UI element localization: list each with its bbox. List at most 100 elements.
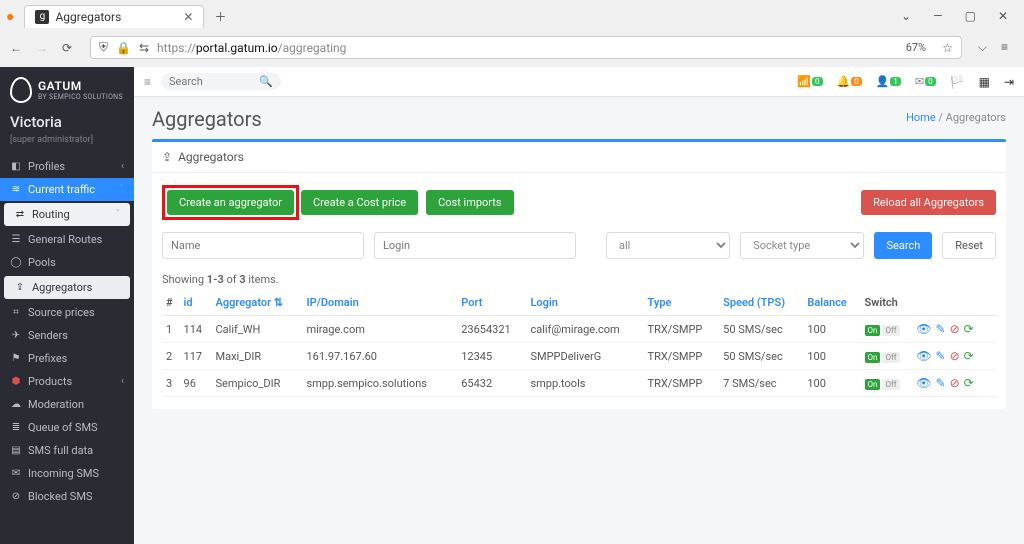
top-stat-4[interactable]: ✉0 xyxy=(915,75,936,88)
profiles-icon: ◧ xyxy=(10,161,22,172)
edit-icon[interactable]: ✎ xyxy=(936,322,946,336)
gatum-logo-icon xyxy=(10,77,32,103)
delete-icon[interactable]: ⊘ xyxy=(950,376,960,390)
zoom-level[interactable]: 67% xyxy=(906,41,926,54)
sidebar-item-sms-full-data[interactable]: ▤SMS full data xyxy=(0,439,134,462)
chevron-icon: ˇ xyxy=(120,184,124,195)
topbar: ≡ 🔍 📶0 🔔0 👤1 ✉0 🏳️ ▦ ⇥ xyxy=(134,67,1024,97)
chevron-down-icon[interactable]: ⌄ xyxy=(901,9,911,23)
flag-icon[interactable]: 🏳️ xyxy=(950,75,965,89)
panel-title: Aggregators xyxy=(178,150,244,164)
sidebar: GATUM BY SEMPICO SOLUTIONS Victoria [sup… xyxy=(0,67,134,544)
search-box[interactable]: 🔍 xyxy=(161,73,281,90)
maximize-icon[interactable]: ▢ xyxy=(965,9,976,23)
breadcrumb-home[interactable]: Home xyxy=(906,111,936,124)
col-speed-tps-[interactable]: Speed (TPS) xyxy=(719,290,803,316)
refresh-icon[interactable]: ⟳ xyxy=(964,349,974,363)
reload-icon[interactable]: ⟳ xyxy=(62,41,72,55)
sidebar-item-profiles[interactable]: ◧Profiles‹ xyxy=(0,155,134,178)
view-icon[interactable]: 👁 xyxy=(916,322,931,336)
col-type[interactable]: Type xyxy=(644,290,720,316)
sidebar-item-aggregators[interactable]: ⇪ Aggregators xyxy=(4,276,130,299)
firefox-icon: ● xyxy=(6,8,14,25)
sidebar-item-general-routes[interactable]: ☰General Routes xyxy=(0,228,134,251)
switch-toggle[interactable]: OnOff xyxy=(865,352,900,363)
close-window-icon[interactable]: ✕ xyxy=(998,9,1008,23)
sidebar-item-label: Pools xyxy=(28,256,56,269)
reload-all-button[interactable]: Reload all Aggregators xyxy=(861,190,996,215)
col--: # xyxy=(162,290,180,316)
sidebar-item-prefixes[interactable]: ⚑Prefixes xyxy=(0,347,134,370)
edit-icon[interactable]: ✎ xyxy=(936,376,946,390)
close-tab-icon[interactable]: ✕ xyxy=(183,10,193,24)
tab-title: Aggregators xyxy=(55,10,121,24)
table-row: 1114Calif_WHmirage.com23654321calif@mira… xyxy=(162,316,996,343)
switch-toggle[interactable]: OnOff xyxy=(865,325,900,336)
search-input[interactable] xyxy=(169,75,249,88)
sidebar-item-label: Senders xyxy=(28,329,68,342)
bookmark-icon[interactable]: ☆ xyxy=(942,41,953,55)
minimize-icon[interactable]: — xyxy=(933,9,942,23)
sidebar-item-moderation[interactable]: ☁Moderation xyxy=(0,393,134,416)
view-icon[interactable]: 👁 xyxy=(916,349,931,363)
sidebar-item-incoming-sms[interactable]: ✉Incoming SMS xyxy=(0,462,134,485)
switch-toggle[interactable]: OnOff xyxy=(865,379,900,390)
edit-icon[interactable]: ✎ xyxy=(936,349,946,363)
results-summary: Showing 1-3 of 3 items. xyxy=(162,273,996,286)
refresh-icon[interactable]: ⟳ xyxy=(964,322,974,336)
sidebar-item-blocked-sms[interactable]: ⊘Blocked SMS xyxy=(0,485,134,508)
queue-of-sms-icon: ≣ xyxy=(10,422,22,433)
view-icon[interactable]: 👁 xyxy=(916,376,931,390)
chevron-icon: ˇ xyxy=(116,209,120,220)
col-id[interactable]: id xyxy=(180,290,212,316)
sidebar-item-routing[interactable]: ⇄Routingˇ xyxy=(4,203,130,226)
chevron-icon: ‹ xyxy=(121,376,124,387)
pocket-icon[interactable]: ⌵ xyxy=(978,40,987,55)
menu-icon[interactable]: ≡ xyxy=(1001,40,1008,55)
filter-socket-select[interactable]: Socket type xyxy=(740,232,864,259)
source-prices-icon: ⌗ xyxy=(10,307,22,318)
address-bar[interactable]: ⛨ 🔒 ⇆ https://portal.gatum.io/aggregatin… xyxy=(90,36,962,59)
grid-icon[interactable]: ▦ xyxy=(979,75,990,89)
search-button[interactable]: Search xyxy=(874,232,932,259)
sidebar-item-label: Aggregators xyxy=(32,281,92,294)
sidebar-item-senders[interactable]: ✈Senders xyxy=(0,324,134,347)
col-balance[interactable]: Balance xyxy=(803,290,860,316)
create-cost-price-button[interactable]: Create a Cost price xyxy=(301,190,418,215)
col-port[interactable]: Port xyxy=(457,290,526,316)
sidebar-item-current-traffic[interactable]: ≋Current trafficˇ xyxy=(0,178,134,201)
sidebar-item-label: Routing xyxy=(32,208,70,221)
col-ip-domain[interactable]: IP/Domain xyxy=(302,290,457,316)
col-login[interactable]: Login xyxy=(526,290,643,316)
sidebar-item-queue-of-sms[interactable]: ≣Queue of SMS xyxy=(0,416,134,439)
browser-tab[interactable]: g Aggregators ✕ xyxy=(24,5,204,28)
filter-login-input[interactable] xyxy=(374,232,576,259)
reset-button[interactable]: Reset xyxy=(942,232,996,259)
sidebar-item-label: General Routes xyxy=(28,233,102,246)
aggregators-icon: ⇪ xyxy=(14,282,26,293)
sidebar-item-source-prices[interactable]: ⌗ Source prices xyxy=(0,301,134,324)
delete-icon[interactable]: ⊘ xyxy=(950,349,960,363)
pools-icon: ◯ xyxy=(10,257,22,268)
sidebar-item-pools[interactable]: ◯ Pools xyxy=(0,251,134,274)
filter-all-select[interactable]: all xyxy=(606,232,730,259)
new-tab-button[interactable]: ＋ xyxy=(208,8,232,25)
sidebar-item-products[interactable]: ⬢Products‹ xyxy=(0,370,134,393)
create-aggregator-button[interactable]: Create an aggregator xyxy=(167,190,294,215)
top-stat-3[interactable]: 👤1 xyxy=(876,75,901,88)
sidebar-item-label: Source prices xyxy=(28,306,95,319)
hamburger-icon[interactable]: ≡ xyxy=(144,75,151,89)
filter-name-input[interactable] xyxy=(162,232,364,259)
delete-icon[interactable]: ⊘ xyxy=(950,322,960,336)
search-icon[interactable]: 🔍 xyxy=(259,75,273,88)
col-aggregator[interactable]: Aggregator ⇅ xyxy=(212,290,303,316)
back-icon[interactable]: ← xyxy=(10,41,22,55)
sidebar-item-label: Moderation xyxy=(28,398,84,411)
cost-imports-button[interactable]: Cost imports xyxy=(426,190,513,215)
user-name: Victoria xyxy=(0,109,134,135)
refresh-icon[interactable]: ⟳ xyxy=(964,376,974,390)
top-stat-2[interactable]: 🔔0 xyxy=(837,75,862,88)
logout-icon[interactable]: ⇥ xyxy=(1004,75,1014,89)
brand: GATUM BY SEMPICO SOLUTIONS xyxy=(0,67,134,109)
top-stat-1[interactable]: 📶0 xyxy=(797,75,822,88)
